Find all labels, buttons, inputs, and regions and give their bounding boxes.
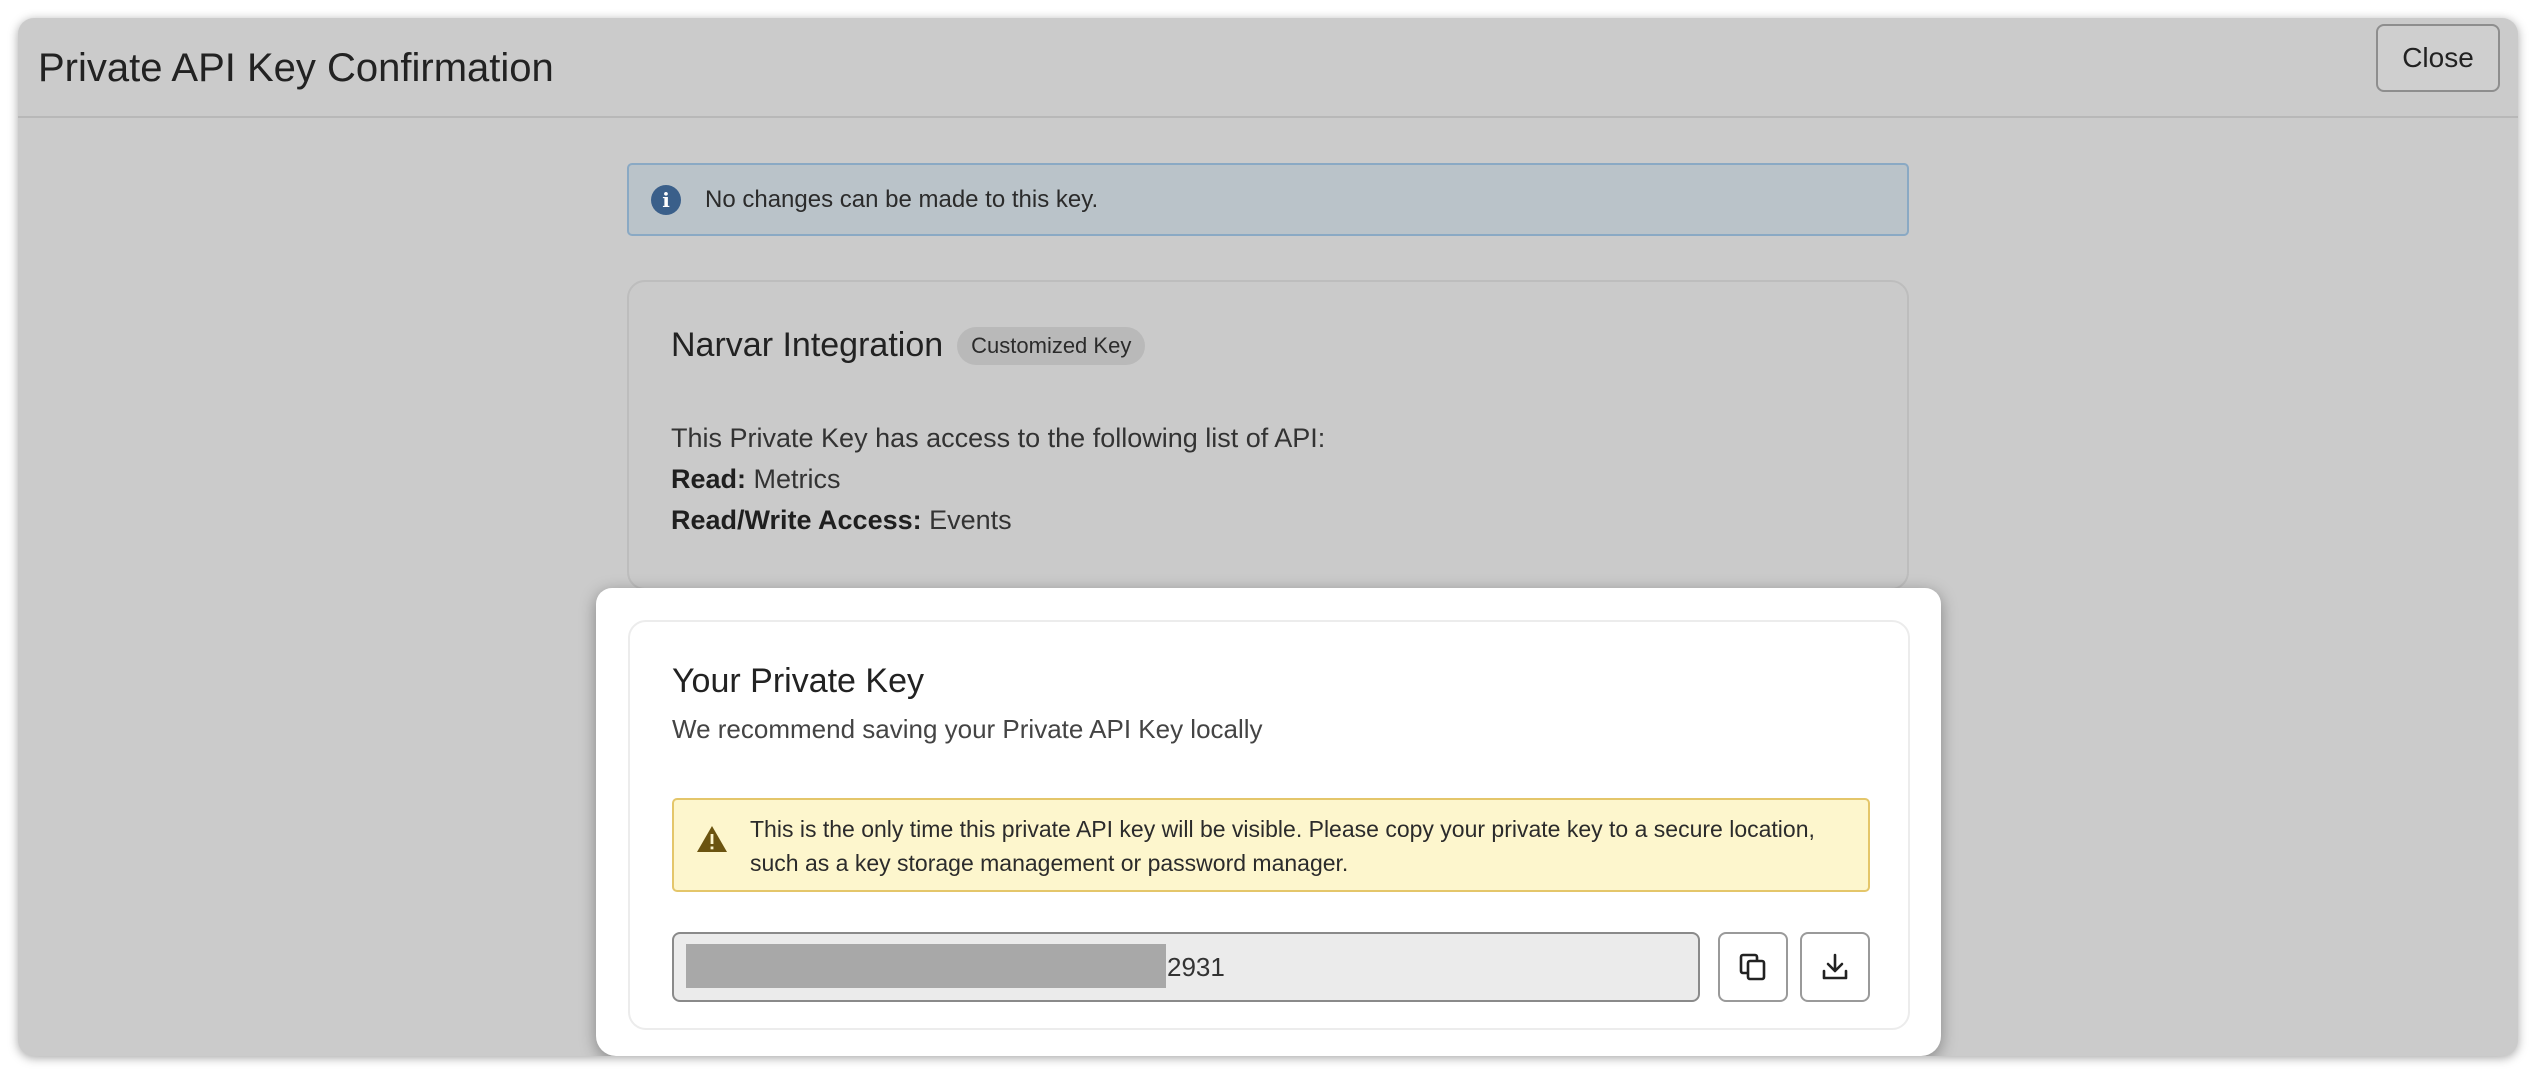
key-name: Narvar Integration — [671, 326, 944, 364]
private-key-card: Your Private Key We recommend saving you… — [628, 620, 1910, 1030]
redaction-mask — [686, 944, 1166, 988]
copy-key-button[interactable] — [1718, 932, 1788, 1002]
close-button[interactable]: Close — [2376, 24, 2500, 92]
dialog-header: Private API Key Confirmation Close — [18, 18, 2518, 118]
permission-label: Read/Write Access: — [671, 505, 922, 535]
copy-icon — [1739, 953, 1766, 981]
info-banner-text: No changes can be made to this key. — [705, 185, 1099, 213]
permission-value: Events — [929, 505, 1012, 535]
warning-text: This is the only time this private API k… — [750, 816, 1815, 876]
permission-label: Read: — [671, 464, 747, 494]
warning-banner: This is the only time this private API k… — [672, 798, 1870, 892]
dialog-window: Private API Key Confirmation Close i No … — [18, 18, 2518, 1056]
private-key-modal: Your Private Key We recommend saving you… — [596, 588, 1941, 1056]
download-key-button[interactable] — [1800, 932, 1870, 1002]
warning-triangle-icon — [697, 826, 727, 852]
download-icon — [1822, 953, 1848, 980]
permission-value: Metrics — [753, 464, 841, 494]
key-type-badge: Customized Key — [957, 326, 1146, 365]
private-key-subtitle: We recommend saving your Private API Key… — [672, 714, 1263, 744]
permission-row: Read/Write Access: Events — [671, 500, 1325, 541]
permissions-list: This Private Key has access to the follo… — [671, 418, 1325, 541]
permission-row: Read: Metrics — [671, 459, 1325, 500]
key-title-row: Narvar Integration Customized Key — [671, 326, 1146, 365]
private-key-title: Your Private Key — [672, 662, 924, 700]
permissions-intro: This Private Key has access to the follo… — [671, 423, 1326, 453]
page-title: Private API Key Confirmation — [38, 46, 554, 90]
info-icon: i — [651, 184, 681, 215]
key-details-card: Narvar Integration Customized Key This P… — [627, 280, 1909, 590]
private-key-visible-suffix: 2931 — [1167, 952, 1225, 982]
info-banner: i No changes can be made to this key. — [627, 163, 1909, 236]
